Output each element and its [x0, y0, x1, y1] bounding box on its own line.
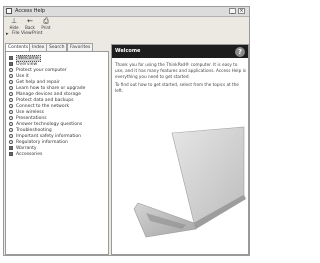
book-icon	[9, 68, 13, 72]
topic-icon	[9, 62, 13, 66]
topic-icon	[9, 56, 13, 60]
topic-icon	[9, 152, 13, 156]
menu-arrow-icon: ▸	[6, 31, 9, 37]
book-icon	[9, 122, 13, 126]
nav-tabs: Contents Index Search Favorites	[5, 43, 109, 51]
tab-contents[interactable]: Contents	[5, 43, 32, 51]
menu-file[interactable]: File	[12, 30, 20, 38]
menu-bar: ▸ File View Print	[4, 30, 249, 38]
minimize-button[interactable]: _	[229, 8, 236, 14]
help-window: Access Help _ × ⊥ Hide ← Back ⎙ Print ▸ …	[3, 6, 250, 256]
book-icon	[9, 134, 13, 138]
print-button[interactable]: ⎙ Print	[37, 17, 55, 30]
book-icon	[9, 86, 13, 90]
laptop-image	[133, 126, 246, 238]
book-icon	[9, 128, 13, 132]
menu-print[interactable]: Print	[32, 30, 42, 38]
welcome-paragraph: Thank you for using the ThinkPad® comput…	[115, 62, 246, 79]
contents-tree: Welcome Overview Protect your computer U…	[5, 51, 109, 255]
book-icon	[9, 74, 13, 78]
print-icon: ⎙	[43, 17, 49, 25]
book-icon	[9, 80, 13, 84]
book-icon	[9, 104, 13, 108]
content-header: Welcome ?	[112, 45, 248, 58]
book-icon	[9, 110, 13, 114]
content-pane: Welcome ? Thank you for using the ThinkP…	[111, 44, 249, 255]
tab-search[interactable]: Search	[46, 43, 68, 51]
question-icon: ?	[235, 47, 245, 57]
book-icon	[9, 140, 13, 144]
menu-view[interactable]: View	[21, 30, 32, 38]
toolbar: ⊥ Hide ← Back ⎙ Print	[4, 17, 249, 30]
instruction-paragraph: To find out how to get started, select f…	[115, 82, 239, 93]
window-title: Access Help	[15, 8, 46, 14]
tab-index[interactable]: Index	[29, 43, 48, 51]
book-icon	[9, 116, 13, 120]
book-icon	[9, 98, 13, 102]
app-icon	[6, 8, 12, 14]
tab-favorites[interactable]: Favorites	[67, 43, 94, 51]
title-bar: Access Help _ ×	[4, 7, 249, 17]
book-icon	[9, 92, 13, 96]
content-title: Welcome	[115, 48, 141, 54]
topic-icon	[9, 146, 13, 150]
close-button[interactable]: ×	[238, 8, 245, 14]
